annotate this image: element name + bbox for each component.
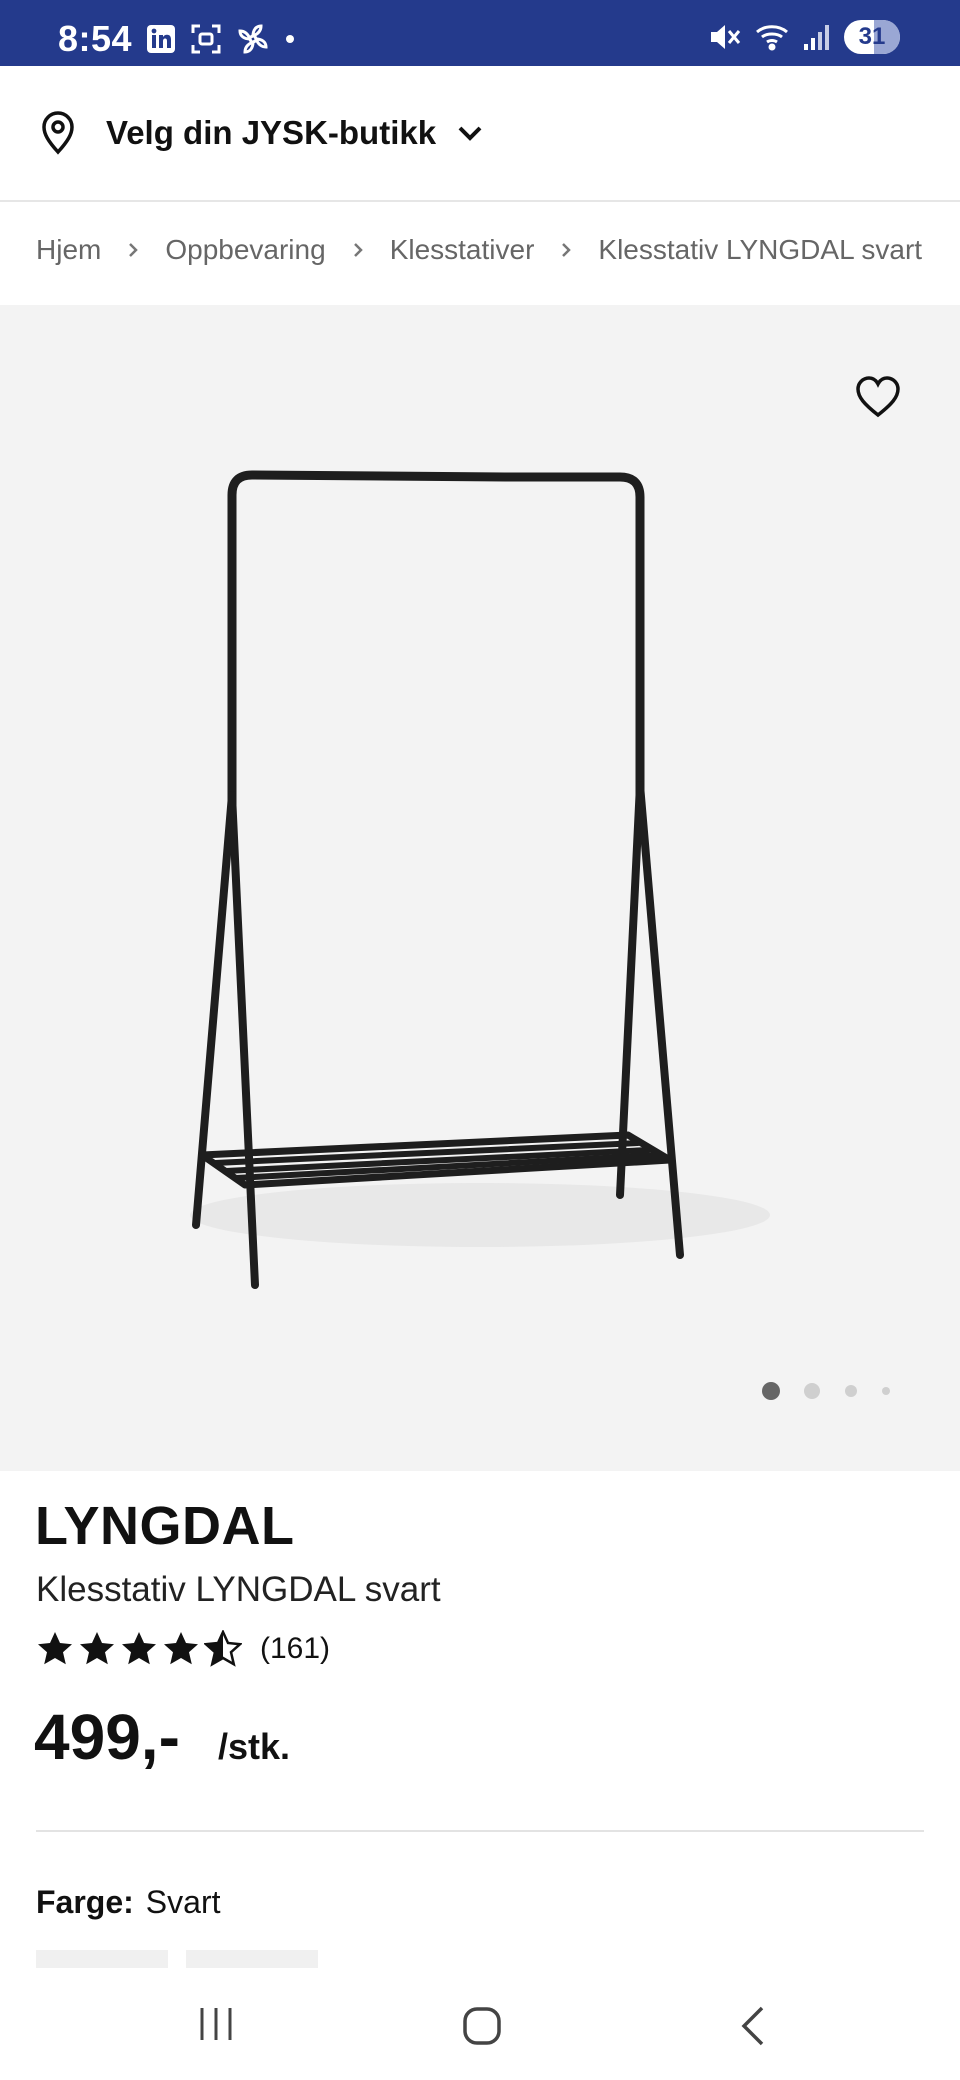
chevron-right-icon [129,243,139,257]
rating-count: (161) [260,1632,331,1665]
breadcrumb-item-clothes-racks[interactable]: Klesstativer [390,234,535,266]
store-selector[interactable]: Velg din JYSK-butikk [0,66,960,202]
recent-apps-icon[interactable] [196,2006,236,2042]
linkedin-icon [147,25,175,53]
mute-icon [711,25,741,49]
gallery-dot-active[interactable] [762,1382,780,1400]
divider [36,1830,924,1832]
status-time: 8:54 [58,18,133,59]
price-unit: /stk. [218,1726,291,1767]
product-image[interactable] [150,455,800,1305]
signal-icon [804,25,829,50]
star-full-icon [38,1632,72,1665]
location-pin-icon [42,111,74,155]
color-label: Farge: [36,1884,134,1920]
battery-level: 31 [858,23,886,50]
breadcrumb-item-storage[interactable]: Oppbevaring [165,234,325,266]
breadcrumb-item-home[interactable]: Hjem [36,234,101,266]
product-price: 499,- [34,1701,180,1773]
color-swatch[interactable] [36,1950,168,1968]
star-full-icon [122,1632,156,1665]
color-selector: Farge: Svart [36,1884,220,1921]
store-selector-label: Velg din JYSK-butikk [106,114,437,151]
product-rating[interactable]: (161) [36,1630,330,1668]
system-icons: 31 [708,20,900,54]
product-brand: LYNGDAL [35,1496,295,1556]
color-swatch[interactable] [186,1950,318,1968]
breadcrumb-item-current: Klesstativ LYNGDAL svart [598,234,923,265]
breadcrumb: Hjem Oppbevaring Klesstativer Klesstativ… [36,234,922,266]
home-icon[interactable] [462,2006,502,2046]
gallery-dot[interactable] [882,1387,890,1395]
heart-icon[interactable] [854,374,902,420]
status-bar: 8:54 31 [0,0,960,66]
back-icon[interactable] [738,2006,768,2046]
chevron-right-icon [353,243,363,257]
star-full-icon [80,1632,114,1665]
gallery-dot[interactable] [804,1383,820,1399]
chevron-right-icon [562,243,572,257]
wifi-icon [756,25,788,51]
more-notifications-dot [286,35,294,43]
star-full-icon [164,1632,198,1665]
battery-indicator: 31 [844,20,900,54]
pinwheel-icon [238,24,268,54]
screenshot-icon [191,24,221,54]
notification-icons [146,22,296,56]
product-name: Klesstativ LYNGDAL svart [36,1570,441,1609]
color-value: Svart [145,1884,221,1920]
gallery-dot[interactable] [845,1385,857,1397]
chevron-down-icon [458,126,482,141]
star-half-icon [204,1630,242,1667]
